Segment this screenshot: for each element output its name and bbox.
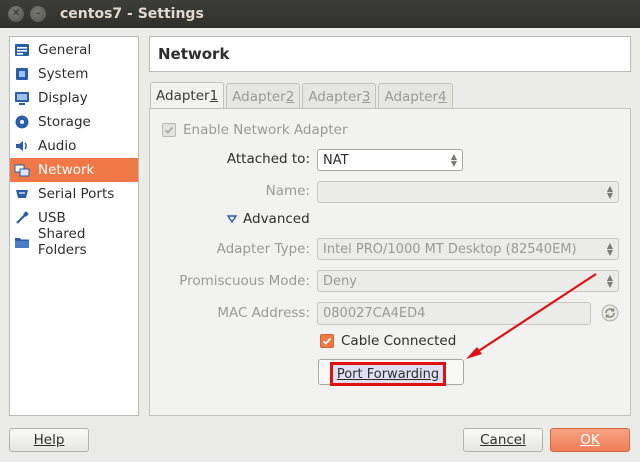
system-icon [13, 65, 31, 83]
sidebar-item-display[interactable]: Display [10, 86, 138, 110]
sidebar-item-network[interactable]: Network [10, 158, 138, 182]
page-title: Network [158, 45, 230, 63]
cable-connected-checkbox[interactable]: Cable Connected [320, 333, 456, 349]
adapter-tabs: Adapter 1 Adapter 2 Adapter 3 Adapter 4 [150, 82, 455, 109]
cable-connected-label: Cable Connected [341, 333, 457, 349]
general-icon [13, 41, 31, 59]
checkbox-icon [320, 334, 334, 348]
advanced-label: Advanced [243, 211, 310, 227]
annotation-arrow [466, 273, 597, 359]
help-button[interactable]: Help [9, 428, 89, 452]
tab-mnemonic: 4 [438, 88, 447, 105]
sidebar-item-label: Storage [38, 114, 91, 130]
spinner-arrows-icon: ▲ ▼ [606, 241, 613, 257]
tab-adapter-3[interactable]: Adapter 3 [302, 83, 377, 109]
close-window-button[interactable]: ✕ [8, 6, 24, 22]
usb-icon [13, 209, 31, 227]
display-icon [13, 89, 31, 107]
cancel-button[interactable]: Cancel [463, 428, 543, 452]
sidebar-item-shared-folders[interactable]: Shared Folders [10, 226, 138, 258]
sidebar-item-serial-ports[interactable]: Serial Ports [10, 182, 138, 206]
sidebar-item-system[interactable]: System [10, 62, 138, 86]
tab-label: Adapter [384, 88, 439, 105]
tab-adapter-1[interactable]: Adapter 1 [150, 82, 225, 109]
settings-sidebar: General System Display Storage Audio Net… [9, 36, 139, 416]
enable-adapter-label: Enable Network Adapter [183, 122, 348, 138]
sidebar-item-label: Network [38, 162, 95, 178]
adapter-type-select[interactable]: Intel PRO/1000 MT Desktop (82540EM) ▲ ▼ [317, 238, 619, 260]
tab-adapter-2[interactable]: Adapter 2 [226, 83, 301, 109]
tab-mnemonic: 1 [209, 88, 219, 104]
adapter-type-label: Adapter Type: [216, 241, 310, 257]
enable-adapter-checkbox[interactable]: Enable Network Adapter [162, 122, 348, 138]
sidebar-item-audio[interactable]: Audio [10, 134, 138, 158]
mac-address-value: 080027CA4ED4 [323, 306, 426, 321]
window-title: centos7 - Settings [60, 6, 204, 22]
minimize-icon: – [35, 8, 41, 19]
attached-to-value: NAT [323, 152, 349, 168]
attached-to-label: Attached to: [226, 151, 310, 167]
attached-to-select[interactable]: NAT ▲ ▼ [317, 149, 463, 171]
sidebar-item-general[interactable]: General [10, 38, 138, 62]
help-label: Help [33, 432, 65, 448]
sidebar-item-label: Shared Folders [37, 226, 87, 258]
ok-label: OK [580, 432, 600, 448]
sidebar-item-label: Serial Ports [38, 186, 115, 202]
triangle-down-icon [227, 215, 237, 223]
sidebar-item-label: Audio [38, 138, 77, 154]
minimize-window-button[interactable]: – [30, 6, 46, 22]
name-label: Name: [265, 183, 310, 199]
ok-button[interactable]: OK [550, 428, 630, 452]
serial-ports-icon [13, 185, 31, 203]
port-forwarding-label: Port Forwarding [336, 366, 440, 382]
port-forwarding-button[interactable]: Port Forwarding [330, 362, 446, 386]
tab-label: Adapter [308, 88, 362, 105]
promiscuous-mode-value: Deny [323, 273, 357, 289]
title-bar: ✕ – centos7 - Settings [0, 0, 640, 28]
section-header: Network [149, 36, 631, 72]
tab-label: Adapter [156, 88, 210, 104]
spinner-arrows-icon: ▲ ▼ [450, 152, 457, 168]
network-icon [13, 161, 31, 179]
audio-icon [13, 137, 31, 155]
checkbox-icon [162, 123, 176, 137]
cancel-label: Cancel [480, 432, 526, 448]
shared-folders-icon [13, 233, 31, 251]
mac-address-label: MAC Address: [217, 305, 310, 321]
sidebar-item-storage[interactable]: Storage [10, 110, 138, 134]
name-select[interactable]: ▲ ▼ [317, 181, 619, 203]
tab-mnemonic: 2 [285, 88, 295, 105]
tab-adapter-4[interactable]: Adapter 4 [378, 83, 453, 109]
advanced-toggle[interactable]: Advanced [227, 211, 310, 227]
adapter-type-value: Intel PRO/1000 MT Desktop (82540EM) [323, 241, 577, 257]
sidebar-item-label: General [38, 42, 92, 58]
sidebar-item-label: USB [38, 210, 66, 226]
storage-icon [13, 113, 31, 131]
promiscuous-mode-label: Promiscuous Mode: [179, 273, 310, 289]
sidebar-item-label: System [38, 66, 89, 82]
close-icon: ✕ [11, 8, 21, 19]
spinner-arrows-icon: ▲ ▼ [606, 184, 613, 200]
tab-label: Adapter [232, 88, 286, 105]
tab-mnemonic: 3 [361, 88, 371, 105]
sidebar-item-label: Display [38, 90, 88, 106]
